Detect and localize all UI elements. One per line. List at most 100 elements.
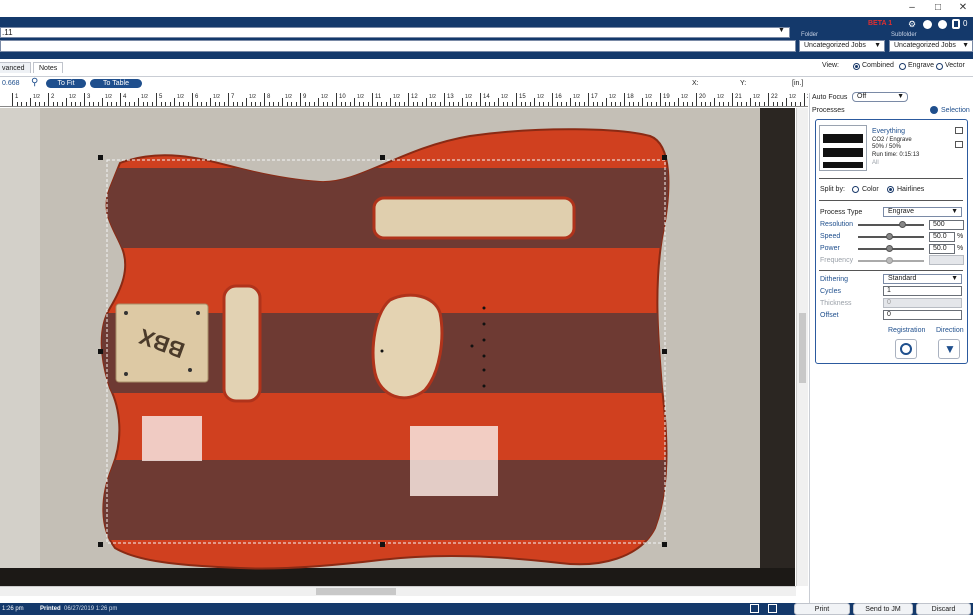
tab-advanced[interactable]: vanced (0, 62, 31, 73)
selection-link[interactable]: Selection (941, 107, 970, 114)
ruler-tick (210, 98, 211, 106)
camera-preview: BBX (0, 108, 795, 586)
power-slider-knob[interactable] (886, 245, 893, 252)
resize-handle[interactable] (98, 155, 103, 160)
ruler-tick (111, 102, 112, 106)
crosshair-icon (900, 343, 912, 355)
bridge-pickup-cavity (371, 293, 444, 400)
horizontal-scroll-thumb[interactable] (316, 588, 396, 595)
job-folder-icon[interactable] (750, 604, 759, 613)
resolution-input[interactable]: 500 (929, 220, 964, 230)
resize-handle[interactable] (380, 542, 385, 547)
gear-icon[interactable]: ⚙ (908, 20, 917, 29)
ruler-tick (66, 98, 67, 106)
subfolder-select[interactable]: Uncategorized Jobs ▼ (889, 40, 973, 52)
ruler-tick (768, 93, 769, 106)
resolution-slider-knob[interactable] (899, 221, 906, 228)
split-hairlines-radio[interactable] (887, 186, 894, 193)
ruler-tick (106, 102, 108, 106)
ruler-tick (381, 102, 382, 106)
job-name-dropdown-icon[interactable]: ▼ (778, 27, 785, 34)
view-engrave-radio[interactable] (899, 63, 906, 70)
resize-handle[interactable] (662, 542, 667, 547)
discard-button[interactable]: Discard (916, 603, 971, 615)
add-process-icon[interactable] (930, 106, 938, 114)
send-to-jm-button[interactable]: Send to JM (853, 603, 913, 615)
ruler-tick (633, 102, 634, 106)
zoom-icon[interactable]: ⚲ (31, 77, 38, 88)
vertical-scrollbar[interactable] (796, 108, 808, 586)
x-coord-label: X: (692, 80, 699, 87)
speed-slider-knob[interactable] (886, 233, 893, 240)
ruler-number: 9 (303, 94, 307, 100)
power-input[interactable]: 50.0 (929, 244, 955, 254)
offset-input[interactable]: 0 (883, 310, 962, 320)
ruler-half-label: 1/2 (105, 94, 112, 100)
ruler-tick (178, 102, 180, 106)
ruler-number: 22 (771, 94, 778, 100)
printer-icon[interactable] (952, 19, 960, 29)
ruler-tick (39, 102, 40, 106)
split-color-radio[interactable] (852, 186, 859, 193)
tab-notes[interactable]: Notes (33, 62, 64, 73)
folder-icon[interactable] (955, 141, 963, 148)
print-button[interactable]: Print (794, 603, 850, 615)
minimize-icon[interactable]: – (902, 2, 922, 14)
resize-handle[interactable] (98, 542, 103, 547)
vertical-scroll-thumb[interactable] (799, 313, 806, 383)
user-icon[interactable] (938, 20, 947, 29)
subfolder-label: Subfolder (891, 32, 917, 38)
thickness-input[interactable]: 0 (883, 298, 962, 308)
folder-select[interactable]: Uncategorized Jobs ▼ (799, 40, 885, 52)
frequency-label: Frequency (820, 257, 854, 264)
ruler-tick (516, 93, 517, 106)
ruler-tick (552, 93, 553, 106)
ruler-tick (183, 102, 184, 106)
frequency-input[interactable] (929, 255, 964, 265)
view-combined-radio[interactable] (853, 63, 860, 70)
to-table-button[interactable]: To Table (90, 79, 142, 88)
calendar-icon[interactable] (768, 604, 777, 613)
table-edge-right (760, 108, 795, 586)
resize-handle[interactable] (380, 155, 385, 160)
close-icon[interactable]: ✕ (953, 2, 973, 14)
ruler-tick (664, 102, 666, 106)
speed-unit: % (957, 233, 964, 240)
registration-button[interactable] (895, 339, 917, 359)
job-canvas[interactable]: BBX (0, 108, 795, 586)
job-name-input[interactable]: .11 (0, 27, 790, 38)
ruler-tick (507, 102, 508, 106)
resize-handle[interactable] (662, 155, 667, 160)
ruler-half-label: 1/2 (573, 94, 580, 100)
process-thumbnail[interactable] (819, 125, 867, 171)
ruler-tick (601, 102, 603, 106)
direction-button[interactable]: ▼ (938, 339, 960, 359)
job-notes-input[interactable] (0, 40, 796, 52)
process-type-label: Process Type (820, 209, 863, 216)
resize-handle[interactable] (98, 349, 103, 354)
maximize-icon[interactable]: □ (928, 2, 948, 14)
speed-input[interactable]: 50.0 (929, 232, 955, 242)
frequency-slider-knob[interactable] (886, 257, 893, 264)
resolution-slider[interactable] (858, 224, 924, 226)
globe-icon[interactable] (923, 20, 932, 29)
ruler-tick (349, 102, 351, 106)
dithering-select[interactable]: Standard ▼ (883, 274, 962, 284)
process-type-select[interactable]: Engrave ▼ (883, 207, 962, 217)
ruler-tick (142, 102, 144, 106)
view-vector-radio[interactable] (936, 63, 943, 70)
ruler-tick (43, 102, 45, 106)
ruler-tick (25, 102, 27, 106)
cycles-input[interactable]: 1 (883, 286, 962, 296)
ruler-tick (471, 102, 472, 106)
resize-handle[interactable] (662, 349, 667, 354)
neck-pickup-cavity (372, 196, 576, 240)
processes-label: Processes (812, 107, 845, 114)
copy-icon[interactable] (955, 127, 963, 134)
horizontal-scrollbar[interactable] (0, 586, 796, 596)
auto-focus-select[interactable]: Off ▼ (852, 92, 908, 102)
to-fit-button[interactable]: To Fit (46, 79, 86, 88)
process-run-time: Run time: 0:15:13 (872, 152, 920, 158)
ruler-tick (534, 98, 535, 106)
ruler-tick (97, 102, 99, 106)
